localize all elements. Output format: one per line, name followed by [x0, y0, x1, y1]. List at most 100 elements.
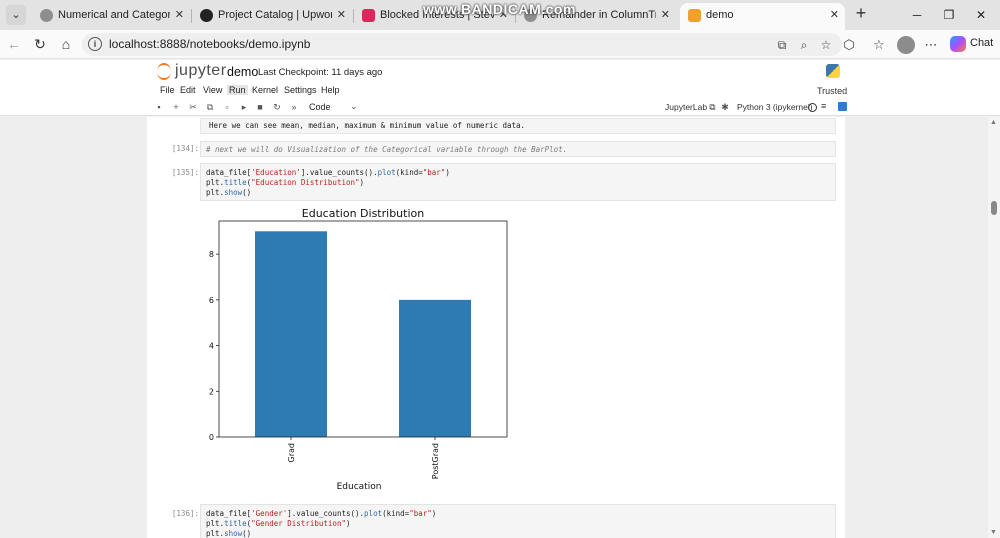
menu-edit[interactable]: Edit: [178, 85, 198, 95]
code-line: plt.show(): [206, 188, 251, 197]
menu-view[interactable]: View: [201, 85, 224, 95]
back-arrow-icon[interactable]: ←: [4, 34, 24, 54]
code-token: ): [359, 178, 365, 187]
tab-close-icon[interactable]: ✕: [175, 3, 184, 28]
y-tick-label: 2: [209, 387, 214, 396]
menu-run[interactable]: Run: [227, 85, 248, 95]
jupyter-header: jupyter demo Last Checkpoint: 11 days ag…: [0, 60, 1000, 84]
scroll-down-arrow-icon[interactable]: ▼: [990, 529, 997, 536]
chart-title: Education Distribution: [302, 207, 424, 220]
tab-close-icon[interactable]: ✕: [661, 3, 670, 28]
chevron-down-icon[interactable]: ⌄: [350, 101, 358, 112]
address-bar[interactable]: i localhost:8888/notebooks/demo.ipynb ⧉ …: [82, 33, 842, 56]
minimize-window-icon[interactable]: ─: [902, 4, 932, 26]
code-token: plot: [377, 168, 396, 177]
page-scrollbar[interactable]: ▲ ▼: [988, 117, 1000, 538]
new-tab-button[interactable]: +: [850, 3, 872, 25]
browser-tab-active[interactable]: demo ✕: [680, 3, 845, 30]
more-options-icon[interactable]: ⋯: [922, 36, 940, 54]
tab-title: Numerical and Categorical Feat: [58, 9, 170, 21]
run-icon[interactable]: ▸: [238, 101, 250, 113]
favorite-star-icon[interactable]: ☆: [818, 37, 834, 53]
jupyterlab-link-label[interactable]: JupyterLab: [665, 102, 707, 112]
y-tick-label: 6: [209, 296, 214, 305]
cell-prompt: [136]:: [171, 509, 199, 518]
tab-title: Project Catalog | Upwork: [218, 9, 332, 21]
tab-title: demo: [706, 9, 734, 21]
url-text[interactable]: localhost:8888/notebooks/demo.ipynb: [109, 37, 310, 51]
close-window-icon[interactable]: ✕: [966, 4, 996, 26]
browser-toolbar: ← ↻ ⌂ i localhost:8888/notebooks/demo.ip…: [0, 30, 1000, 59]
maximize-window-icon[interactable]: ❐: [934, 4, 964, 26]
y-tick-label: 0: [209, 433, 214, 442]
translate-icon[interactable]: ⧉: [774, 37, 790, 53]
scrollbar-thumb[interactable]: [991, 201, 997, 215]
kernel-status-icon: [808, 103, 817, 112]
code-line: # next we will do Visualization of the C…: [206, 145, 568, 154]
code-cell-136[interactable]: data_file['Gender'].value_counts().plot(…: [200, 504, 836, 538]
y-tick-label: 8: [209, 250, 214, 259]
jupyter-wordmark[interactable]: jupyter: [175, 62, 227, 80]
kernel-menu-icon[interactable]: ≡: [821, 101, 826, 111]
jupyter-logo-icon[interactable]: [157, 63, 171, 80]
menu-settings[interactable]: Settings: [282, 85, 319, 95]
code-token: (kind=: [382, 509, 410, 518]
save-icon[interactable]: ▪: [153, 101, 165, 113]
menu-help[interactable]: Help: [319, 85, 342, 95]
stop-icon[interactable]: ■: [254, 101, 266, 113]
notebook-page: Here we can see mean, median, maximum & …: [147, 117, 845, 538]
favorites-icon[interactable]: ☆: [870, 36, 888, 54]
zoom-icon[interactable]: ⌕: [796, 37, 812, 53]
code-token: show: [224, 188, 243, 197]
home-icon[interactable]: ⌂: [56, 34, 76, 54]
code-line: data_file['Gender'].value_counts().plot(…: [206, 509, 436, 518]
recording-watermark: www.BANDICAM.com: [423, 1, 576, 17]
kernel-indicator-icon[interactable]: [838, 102, 847, 111]
tab-close-icon[interactable]: ✕: [337, 3, 346, 28]
code-cell-134[interactable]: # next we will do Visualization of the C…: [200, 141, 836, 157]
tab-close-icon[interactable]: ✕: [830, 3, 839, 28]
scroll-up-arrow-icon[interactable]: ▲: [990, 119, 997, 126]
code-token: "bar": [422, 168, 446, 177]
notebook-name[interactable]: demo: [227, 65, 258, 79]
site-info-icon[interactable]: i: [88, 37, 102, 51]
jupyterlab-link[interactable]: JupyterLab ⧉: [665, 102, 716, 113]
cut-icon[interactable]: ✂: [187, 101, 199, 113]
menu-file[interactable]: File: [158, 85, 177, 95]
code-token: (kind=: [395, 168, 423, 177]
restart-run-all-icon[interactable]: »: [288, 101, 300, 113]
code-line: plt.title("Gender Distribution"): [206, 519, 351, 528]
code-token: data_file[: [206, 168, 252, 177]
y-tick-label: 4: [209, 342, 214, 351]
browser-tab[interactable]: Numerical and Categorical Feat ✕: [32, 3, 190, 30]
code-token: plt.: [206, 178, 225, 187]
bug-icon[interactable]: ✱: [719, 101, 731, 113]
add-cell-icon[interactable]: +: [170, 101, 182, 113]
copy-icon[interactable]: ⧉: [204, 101, 216, 113]
code-token: "bar": [409, 509, 432, 518]
code-cell-135[interactable]: data_file['Education'].value_counts().pl…: [200, 163, 836, 201]
code-token: ].value_counts().: [287, 509, 365, 518]
code-token: 'Education': [251, 168, 301, 177]
x-axis-label: Education: [337, 482, 382, 492]
paste-icon[interactable]: ▫: [221, 101, 233, 113]
reload-icon[interactable]: ↻: [30, 34, 50, 54]
restart-icon[interactable]: ↻: [271, 101, 283, 113]
cell-prompt: [134]:: [171, 144, 199, 153]
kernel-name[interactable]: Python 3 (ipykernel): [737, 102, 813, 112]
trusted-indicator[interactable]: Trusted: [817, 86, 847, 96]
code-token: ): [345, 519, 351, 528]
markdown-cell[interactable]: Here we can see mean, median, maximum & …: [200, 118, 836, 134]
copilot-icon[interactable]: [950, 36, 966, 52]
menu-kernel[interactable]: Kernel: [250, 85, 280, 95]
cell-prompt: [135]:: [171, 168, 199, 177]
chat-button-label[interactable]: Chat: [970, 37, 993, 49]
x-tick-label: Grad: [287, 443, 296, 462]
code-token: (): [242, 188, 252, 197]
cell-type-select[interactable]: Code: [309, 102, 331, 112]
extensions-icon[interactable]: ⬡: [840, 36, 858, 54]
browser-tab[interactable]: Project Catalog | Upwork ✕: [192, 3, 352, 30]
tab-favicon-icon: [688, 9, 701, 22]
profile-avatar[interactable]: [897, 36, 915, 54]
tab-actions-menu-button[interactable]: ⌄: [6, 5, 26, 25]
